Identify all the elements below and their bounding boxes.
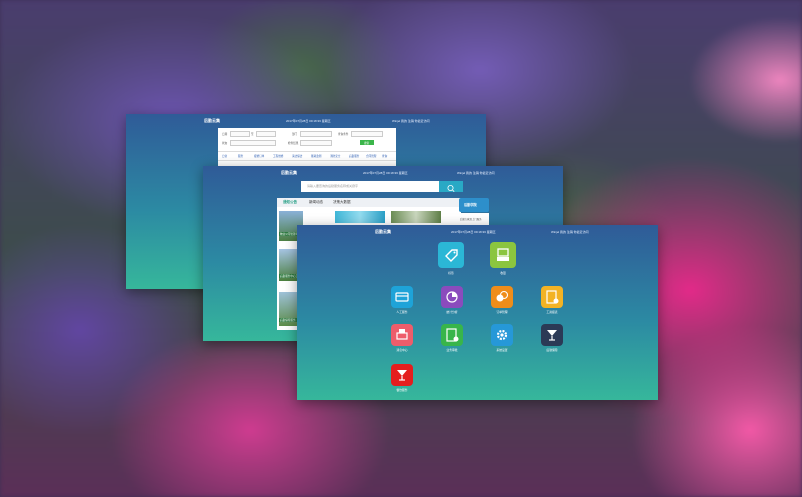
query-field[interactable] <box>351 131 383 137</box>
middle-window-search-input[interactable]: 请输入要查询的后勤服务名称或关键字 <box>301 181 439 192</box>
middle-window-tabs: 通知公告 新闻动态 决策大数据 <box>277 198 461 207</box>
query-label: 查询条件 <box>338 133 349 136</box>
middle-window-search-button[interactable] <box>439 181 463 192</box>
cocktail-red-icon <box>397 370 407 381</box>
search-button[interactable]: 搜索 <box>360 140 374 145</box>
tab-item[interactable]: 工程维修 <box>273 154 283 158</box>
tab-news[interactable]: 新闻动态 <box>309 200 323 205</box>
cocktail-icon <box>547 330 557 341</box>
app-tile-register[interactable] <box>490 242 516 268</box>
app-label: 系统设置 <box>496 348 508 352</box>
app-label: 餐饮服务 <box>396 388 408 392</box>
app-tile-cocktail[interactable] <box>541 324 563 346</box>
news-thumbnail[interactable] <box>335 211 385 223</box>
app-tile-coins[interactable] <box>491 286 513 308</box>
app-label: 人工服务 <box>396 310 408 314</box>
tab-notices[interactable]: 通知公告 <box>283 200 297 205</box>
tab-item[interactable]: 消防安全 <box>330 154 340 158</box>
middle-window-title: 后勤云集 <box>281 170 297 175</box>
dept-label: 部门 <box>292 133 298 136</box>
tab-item[interactable]: 后勤服务 <box>349 154 359 158</box>
app-tile-cocktail-red[interactable] <box>391 364 413 386</box>
side-service-panel[interactable]: 后勤大家居上门服务 <box>459 213 489 225</box>
report-icon <box>546 290 559 304</box>
middle-window-time: 2017年07月28日 09:18:36 星期五 <box>363 171 408 175</box>
back-window-title: 后勤云集 <box>204 118 220 123</box>
tab-item[interactable]: 查询 <box>382 154 387 158</box>
side-service-label: 后勤大家居上门服务 <box>460 218 482 221</box>
front-window-title: 后勤云集 <box>375 229 391 234</box>
app-label: 工资报表 <box>546 310 558 314</box>
news-thumbnail[interactable] <box>391 211 441 223</box>
search-placeholder: 请输入要查询的后勤服务名称或关键字 <box>307 184 359 188</box>
tab-item[interactable]: 服务 <box>238 154 243 158</box>
app-tile-tag[interactable] <box>438 242 464 268</box>
app-label: 消息中心 <box>396 348 408 352</box>
app-label: 订单管理 <box>496 310 508 314</box>
status-field[interactable] <box>230 140 276 146</box>
pie-chart-icon <box>446 291 458 303</box>
app-tile-pie[interactable] <box>441 286 463 308</box>
front-window-links[interactable]: Winjel 我的 注销 你最近访问 <box>551 230 589 234</box>
app-tile-print[interactable] <box>391 324 413 346</box>
academy-badge[interactable]: 后勤学院 <box>459 198 489 212</box>
back-window-tab-row: 日常 服务 报修订单 工程维修 清洁保洁 能耗监测 消防安全 后勤服务 合同管理… <box>218 151 396 161</box>
result-label: 检查结果 <box>288 142 299 145</box>
search-button-label: 搜索 <box>364 141 370 145</box>
app-tile-report[interactable] <box>541 286 563 308</box>
gear-icon <box>496 329 508 341</box>
back-window-links[interactable]: Winjel 我的 注销 你最近访问 <box>392 119 430 123</box>
front-window-topbar: 后勤云集 2017年07月28日 09:18:36 星期五 Winjel 我的 … <box>297 225 658 239</box>
app-tile-form[interactable] <box>441 324 463 346</box>
result-field[interactable] <box>300 140 332 146</box>
app-label: 统计分析 <box>446 310 458 314</box>
dept-field[interactable] <box>300 131 332 137</box>
coins-icon <box>496 290 509 302</box>
search-icon <box>447 185 455 192</box>
tab-item[interactable]: 合同管理 <box>366 154 376 158</box>
academy-badge-label: 后勤学院 <box>464 203 477 207</box>
tag-icon <box>445 249 458 262</box>
tab-item[interactable]: 能耗监测 <box>311 154 321 158</box>
form-icon <box>446 328 459 342</box>
app-tile-card[interactable] <box>391 286 413 308</box>
print-icon <box>396 329 408 340</box>
date-start-field[interactable] <box>230 131 250 137</box>
app-tile-settings[interactable] <box>491 324 513 346</box>
app-label: 收银 <box>500 271 506 275</box>
status-label: 状态 <box>222 142 228 145</box>
front-window-time: 2017年07月28日 09:18:36 星期五 <box>451 230 496 234</box>
date-to-label: 至 <box>251 133 254 136</box>
app-label: 业务审批 <box>446 348 458 352</box>
back-window-topbar: 后勤云集 2017年07月28日 09:18:36 星期五 Winjel 我的 … <box>126 114 486 128</box>
desktop-stage: 后勤云集 2017年07月28日 09:18:36 星期五 Winjel 我的 … <box>0 0 802 497</box>
date-label: 日期 <box>222 133 228 136</box>
tab-item[interactable]: 清洁保洁 <box>292 154 302 158</box>
card-icon <box>395 292 409 302</box>
middle-window-links[interactable]: Winjel 我的 注销 你最近访问 <box>457 171 495 175</box>
app-label: 标签 <box>448 271 454 275</box>
app-label: 后勤保障 <box>546 348 558 352</box>
back-window-time: 2017年07月28日 09:18:36 星期五 <box>286 119 331 123</box>
middle-window-topbar: 后勤云集 2017年07月28日 09:18:36 星期五 Winjel 我的 … <box>203 166 563 180</box>
front-window[interactable]: 后勤云集 2017年07月28日 09:18:36 星期五 Winjel 我的 … <box>297 225 658 400</box>
tab-item[interactable]: 日常 <box>222 154 227 158</box>
tab-big-data[interactable]: 决策大数据 <box>333 200 351 205</box>
register-icon <box>497 248 509 261</box>
date-end-field[interactable] <box>256 131 276 137</box>
tab-item[interactable]: 报修订单 <box>254 154 264 158</box>
